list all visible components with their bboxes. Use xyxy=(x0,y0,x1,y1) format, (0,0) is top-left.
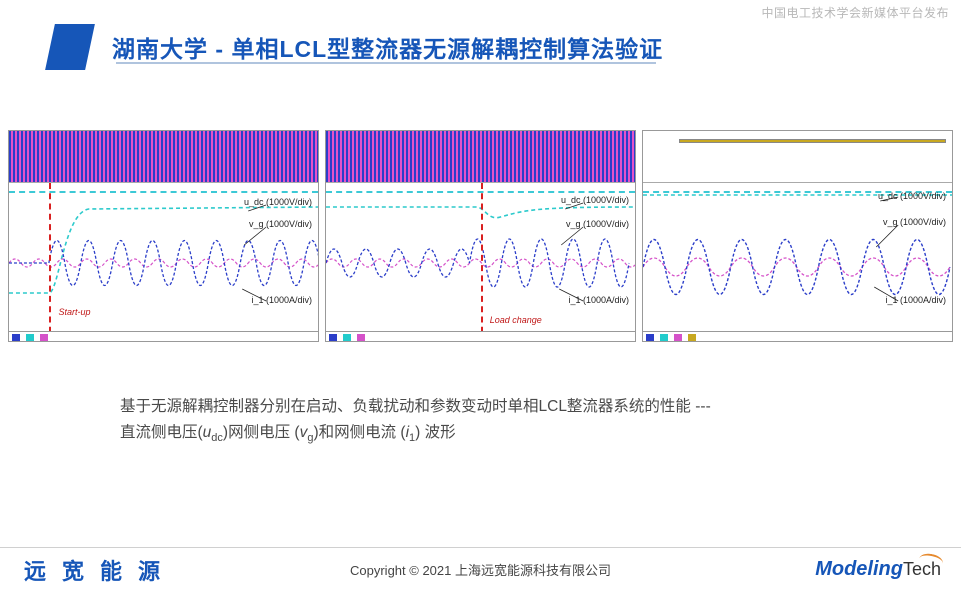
footer-logo: ModelingTech xyxy=(815,558,941,581)
chart-footer-legend xyxy=(643,331,952,342)
footer-brand: 远宽能源 xyxy=(24,554,176,586)
signal-label-i1: i_1 (1000A/div) xyxy=(251,295,312,305)
signal-label-udc: u_dc (1000V/div) xyxy=(244,197,312,207)
signal-label-i1: i_1 (1000A/div) xyxy=(568,295,629,305)
watermark-text: 中国电工技术学会新媒体平台发布 xyxy=(761,4,949,21)
chart-lower-area: Start-up u_dc (1000V/div) v_g (1000V/div… xyxy=(9,183,318,342)
oscilloscope-chart-paramvar: Tek Run u_dc (1000V/div) v_g (1000V/div)… xyxy=(642,130,953,342)
chart-lower-area: u_dc (1000V/div) v_g (1000V/div) i_1 (10… xyxy=(643,183,952,342)
description-line2: 直流侧电压(udc)网侧电压 (vg)和网侧电流 (i1) 波形 xyxy=(120,420,881,448)
description-text: 基于无源解耦控制器分别在启动、负载扰动和参数变动时单相LCL整流器系统的性能 -… xyxy=(120,394,881,448)
page-title: 湖南大学 - 单相LCL型整流器无源解耦控制算法验证 xyxy=(112,30,663,64)
oscilloscope-chart-startup: Tek Run Start-up u_dc (1000V/div) v_g (1… xyxy=(8,130,319,342)
event-label-startup: Start-up xyxy=(58,307,90,317)
footer-logo-sub: Tech xyxy=(903,559,941,579)
desc-frag: ) 波形 xyxy=(415,424,455,441)
desc-frag: )网侧电压 ( xyxy=(223,424,300,441)
signal-label-vg: v_g (1000V/div) xyxy=(249,219,312,229)
desc-frag: )和网侧电流 ( xyxy=(313,424,405,441)
chart-upper-strip xyxy=(643,131,952,183)
footer-bar: 远宽能源 Copyright © 2021 上海远宽能源科技有限公司 Model… xyxy=(0,547,961,591)
desc-frag: 直流侧电压( xyxy=(120,424,203,441)
event-marker-startup xyxy=(49,183,51,342)
chart-upper-strip xyxy=(9,131,318,183)
desc-var-udc: u xyxy=(203,424,212,441)
title-underline xyxy=(116,62,656,64)
yellow-status-bar xyxy=(679,139,946,143)
footer-logo-main: Modeling xyxy=(815,558,903,580)
desc-sub: dc xyxy=(211,432,223,444)
footer-copyright: Copyright © 2021 上海远宽能源科技有限公司 xyxy=(350,560,611,579)
oscilloscope-chart-loadchange: Tek Run Load change u_dc (1000V/div) v_g… xyxy=(325,130,636,342)
charts-row: Tek Run Start-up u_dc (1000V/div) v_g (1… xyxy=(8,130,953,342)
signal-label-i1: i_1 (1000A/div) xyxy=(885,295,946,305)
signal-label-vg: v_g (1000V/div) xyxy=(883,217,946,227)
title-accent-block xyxy=(45,24,95,70)
event-marker-loadchange xyxy=(481,183,483,342)
waveforms-svg xyxy=(643,183,952,342)
signal-label-udc: u_dc (1000V/div) xyxy=(878,191,946,201)
signal-label-udc: u_dc (1000V/div) xyxy=(561,195,629,205)
chart-lower-area: Load change u_dc (1000V/div) v_g (1000V/… xyxy=(326,183,635,342)
description-line1: 基于无源解耦控制器分别在启动、负载扰动和参数变动时单相LCL整流器系统的性能 -… xyxy=(120,394,881,420)
chart-footer-legend xyxy=(326,331,635,342)
event-label-loadchange: Load change xyxy=(490,315,542,325)
chart-upper-strip xyxy=(326,131,635,183)
chart-footer-legend xyxy=(9,331,318,342)
signal-label-vg: v_g (1000V/div) xyxy=(566,219,629,229)
